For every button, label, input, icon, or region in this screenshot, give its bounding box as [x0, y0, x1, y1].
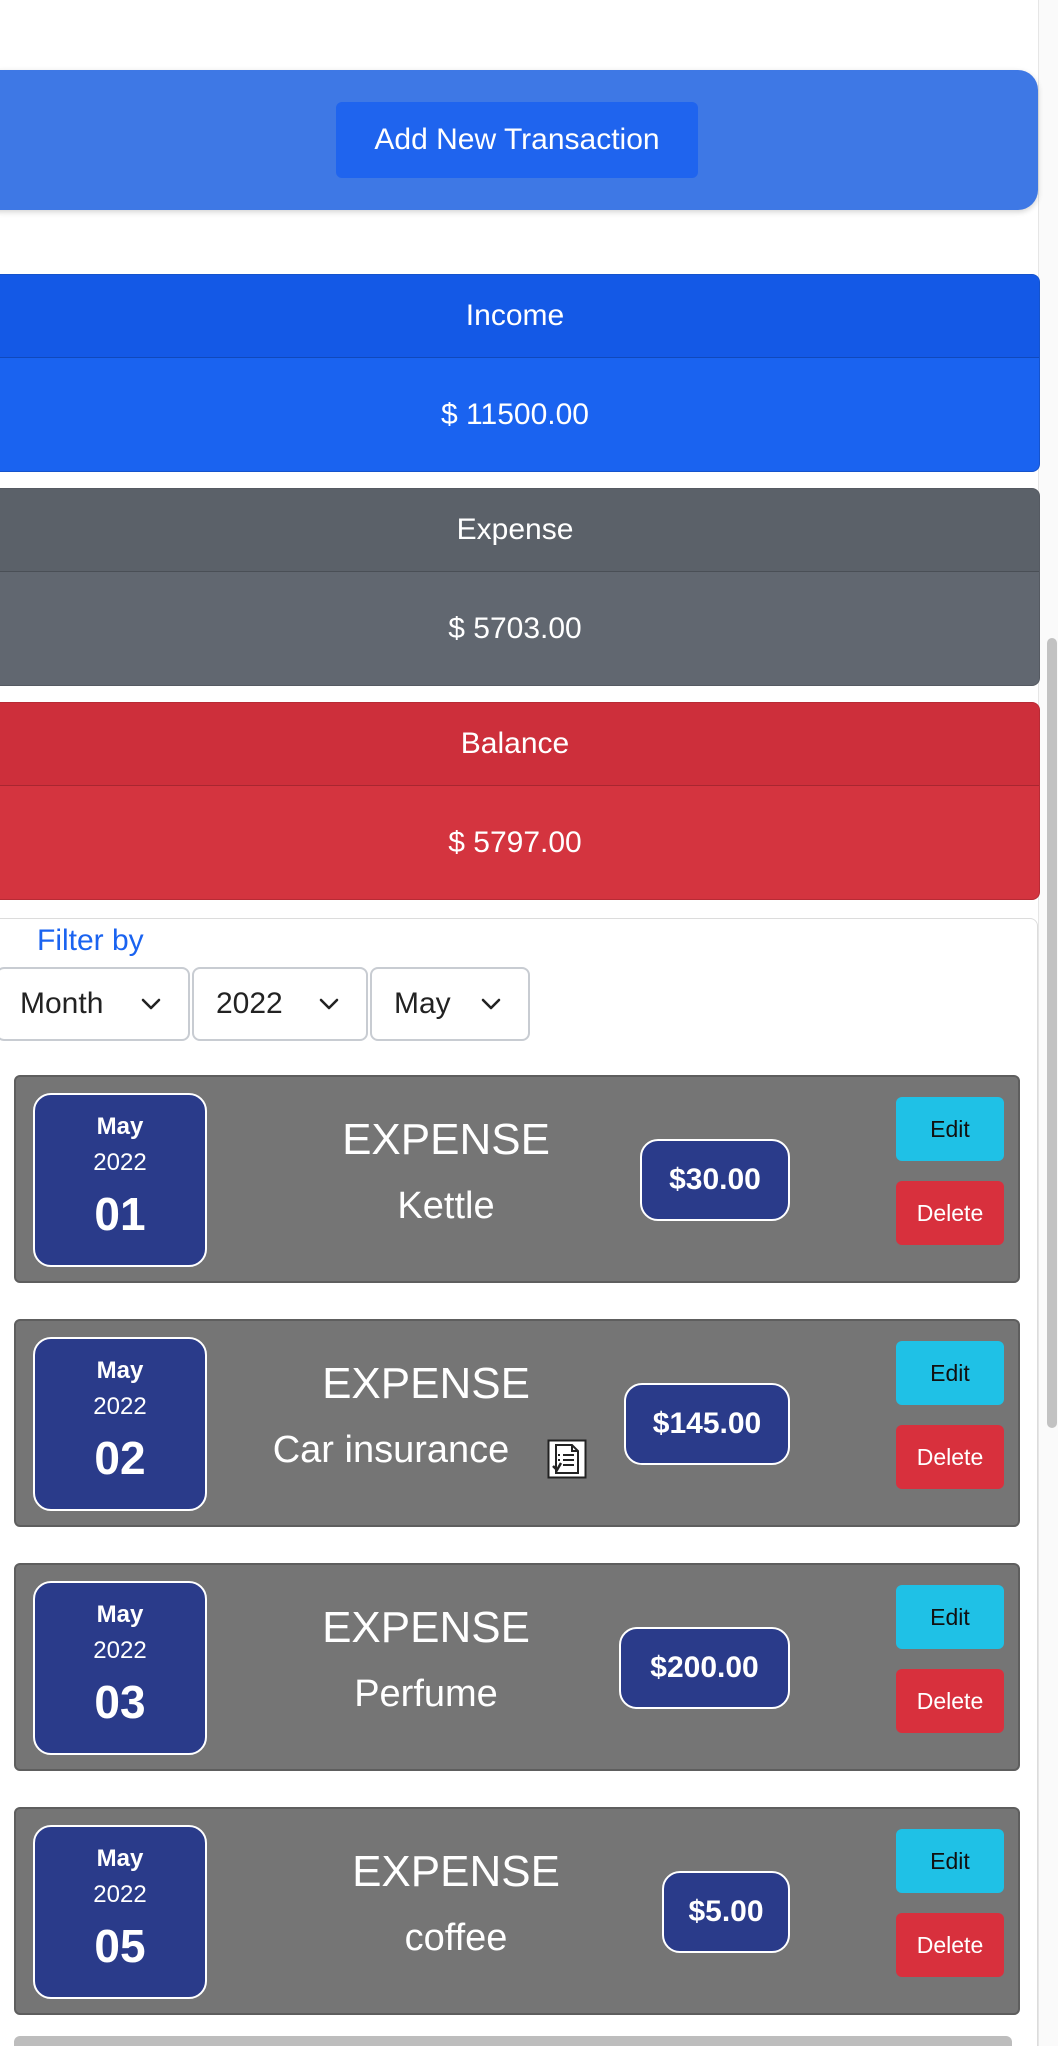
transaction-type: EXPENSE — [322, 1603, 530, 1652]
month-value: May — [394, 987, 451, 1020]
delete-button[interactable]: Delete — [896, 1181, 1004, 1245]
date-year: 2022 — [93, 1881, 147, 1908]
income-amount: $ 11500.00 — [441, 397, 589, 431]
balance-card: Balance $ 5797.00 — [0, 702, 1040, 900]
date-month: May — [96, 1845, 144, 1872]
date-month: May — [96, 1113, 144, 1140]
date-badge: May 2022 05 — [33, 1825, 207, 1999]
expense-amount: $ 5703.00 — [448, 611, 582, 645]
amount-badge: $200.00 — [619, 1627, 790, 1709]
transaction-description: Perfume — [354, 1673, 498, 1715]
transaction-card: May 2022 03 EXPENSE Perfume $200.00 Edit… — [14, 1563, 1020, 1771]
edit-button[interactable]: Edit — [896, 1829, 1004, 1893]
date-day: 03 — [94, 1676, 146, 1728]
transaction-description: Car insurance — [272, 1429, 510, 1471]
amount-badge: $30.00 — [640, 1139, 790, 1221]
income-card: Income $ 11500.00 — [0, 274, 1040, 472]
transaction-type: EXPENSE — [322, 1359, 530, 1408]
chevron-down-icon — [319, 998, 339, 1010]
chevron-down-icon — [141, 998, 161, 1010]
transaction-card: May 2022 02 EXPENSE Car insurance $145.0… — [14, 1319, 1020, 1527]
expense-title: Expense — [0, 489, 1039, 572]
month-select[interactable]: May — [370, 967, 530, 1041]
date-day: 02 — [94, 1432, 146, 1484]
scrollbar-thumb[interactable] — [1047, 638, 1057, 1428]
date-year: 2022 — [93, 1393, 147, 1420]
expense-card: Expense $ 5703.00 — [0, 488, 1040, 686]
chevron-down-icon — [481, 998, 501, 1010]
transaction-card: May 2022 01 EXPENSE Kettle $30.00 Edit D… — [14, 1075, 1020, 1283]
delete-button[interactable]: Delete — [896, 1425, 1004, 1489]
transaction-card-partial — [14, 2036, 1012, 2046]
date-badge: May 2022 02 — [33, 1337, 207, 1511]
year-select[interactable]: 2022 — [192, 967, 368, 1041]
transaction-description: Kettle — [397, 1185, 495, 1227]
date-badge: May 2022 01 — [33, 1093, 207, 1267]
date-month: May — [96, 1601, 144, 1628]
date-month: May — [96, 1357, 144, 1384]
amount-badge: $5.00 — [662, 1871, 790, 1953]
period-type-value: Month — [20, 987, 104, 1020]
balance-title: Balance — [0, 703, 1039, 786]
balance-amount: $ 5797.00 — [448, 825, 582, 859]
amount-badge: $145.00 — [624, 1383, 790, 1465]
delete-button[interactable]: Delete — [896, 1669, 1004, 1733]
year-value: 2022 — [216, 987, 283, 1020]
transaction-card: May 2022 05 EXPENSE coffee $5.00 Edit De… — [14, 1807, 1020, 2015]
filter-label: Filter by — [37, 924, 144, 957]
date-day: 05 — [94, 1920, 146, 1972]
date-day: 01 — [94, 1188, 146, 1240]
receipt-icon[interactable] — [547, 1439, 587, 1479]
delete-button[interactable]: Delete — [896, 1913, 1004, 1977]
date-year: 2022 — [93, 1637, 147, 1664]
transaction-description: coffee — [404, 1917, 508, 1959]
transaction-type: EXPENSE — [342, 1115, 550, 1164]
income-title: Income — [0, 275, 1039, 358]
transaction-type: EXPENSE — [352, 1847, 560, 1896]
page: Add New Transaction Income $ 11500.00 Ex… — [0, 0, 1058, 2046]
date-badge: May 2022 03 — [33, 1581, 207, 1755]
edit-button[interactable]: Edit — [896, 1585, 1004, 1649]
add-new-transaction-button[interactable]: Add New Transaction — [336, 102, 698, 178]
edit-button[interactable]: Edit — [896, 1097, 1004, 1161]
date-year: 2022 — [93, 1149, 147, 1176]
edit-button[interactable]: Edit — [896, 1341, 1004, 1405]
period-type-select[interactable]: Month — [0, 967, 190, 1041]
